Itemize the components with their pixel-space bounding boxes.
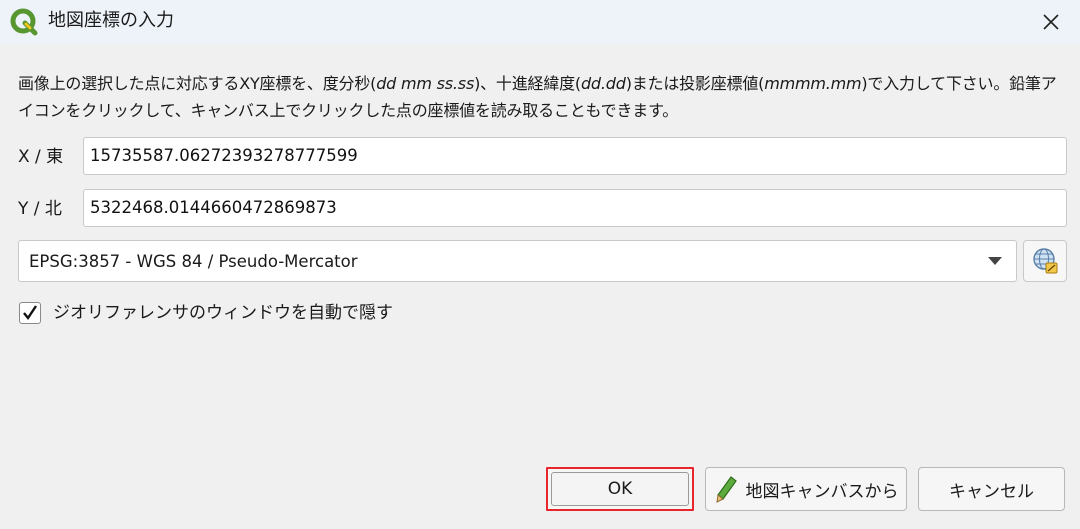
crs-globe-icon xyxy=(1033,248,1058,274)
instruction-text: 画像上の選択した点に対応するXY座標を、度分秒(dd mm ss.ss)、十進経… xyxy=(18,70,1068,124)
auto-hide-checkbox[interactable] xyxy=(19,302,41,324)
cancel-button-label: キャンセル xyxy=(949,481,1034,502)
close-button[interactable] xyxy=(1022,0,1080,44)
ok-button[interactable]: OK xyxy=(546,467,694,511)
desc-part-1: 画像上の選択した点に対応するXY座標を、度分秒( xyxy=(18,74,377,93)
desc-format-decimal: dd.dd xyxy=(580,74,626,93)
desc-format-dms: dd mm ss.ss xyxy=(376,74,475,93)
from-map-canvas-button[interactable]: 地図キャンバスから xyxy=(705,467,907,511)
auto-hide-label[interactable]: ジオリファレンサのウィンドウを自動で隠す xyxy=(53,301,393,325)
ok-button-label: OK xyxy=(607,479,633,499)
pencil-icon xyxy=(715,476,737,503)
cancel-button[interactable]: キャンセル xyxy=(918,467,1065,511)
y-coordinate-input[interactable]: 5322468.0144660472869873 xyxy=(83,189,1067,227)
desc-part-2: )、十進経緯度( xyxy=(474,74,581,93)
x-coordinate-input[interactable]: 15735587.06272393278777599 xyxy=(83,137,1067,175)
x-field-label: X / 東 xyxy=(18,147,64,167)
crs-select[interactable]: EPSG:3857 - WGS 84 / Pseudo-Mercator xyxy=(18,240,1017,282)
crs-selector-button[interactable] xyxy=(1023,240,1067,282)
qgis-logo-icon xyxy=(10,8,38,36)
title-bar: 地図座標の入力 xyxy=(0,0,1080,44)
window-title: 地図座標の入力 xyxy=(48,10,174,31)
desc-format-projected: mmmm.mm xyxy=(764,74,862,93)
crs-selected-value: EPSG:3857 - WGS 84 / Pseudo-Mercator xyxy=(29,252,358,271)
desc-part-3: )または投影座標値( xyxy=(625,74,765,93)
close-icon xyxy=(1043,14,1059,30)
y-field-label: Y / 北 xyxy=(18,199,62,219)
chevron-down-icon xyxy=(988,257,1002,265)
from-map-canvas-label: 地図キャンバスから xyxy=(745,481,899,502)
checkmark-icon xyxy=(23,305,37,321)
